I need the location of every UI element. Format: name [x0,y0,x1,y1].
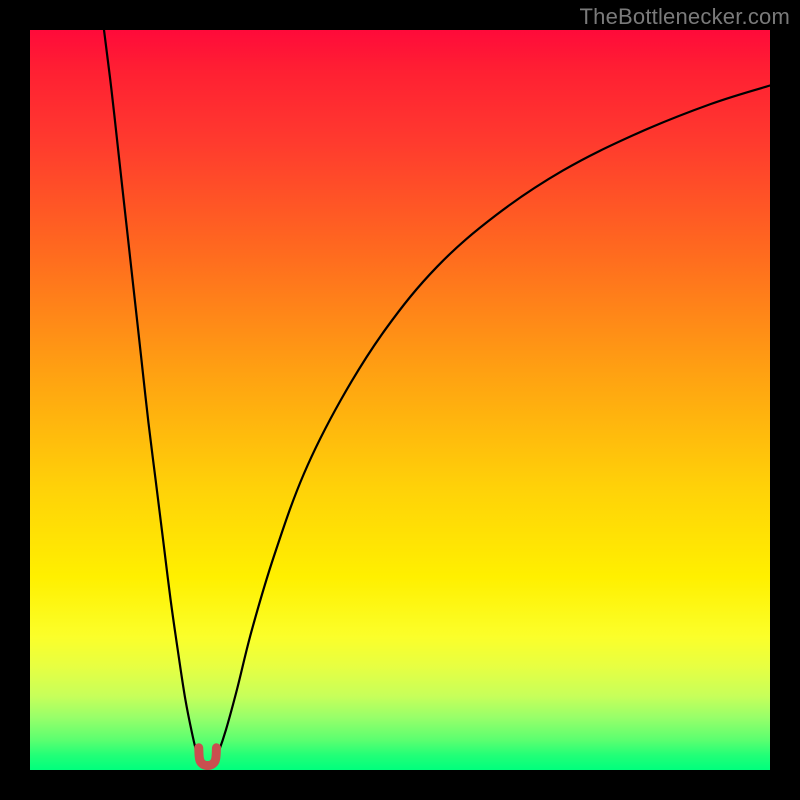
curves-svg [30,30,770,770]
bottleneck-curve-left [104,30,200,759]
chart-frame: TheBottlenecker.com [0,0,800,800]
bottleneck-curve-right [215,86,770,759]
watermark-text: TheBottlenecker.com [580,4,790,30]
plot-area [30,30,770,770]
optimal-marker [199,748,217,766]
